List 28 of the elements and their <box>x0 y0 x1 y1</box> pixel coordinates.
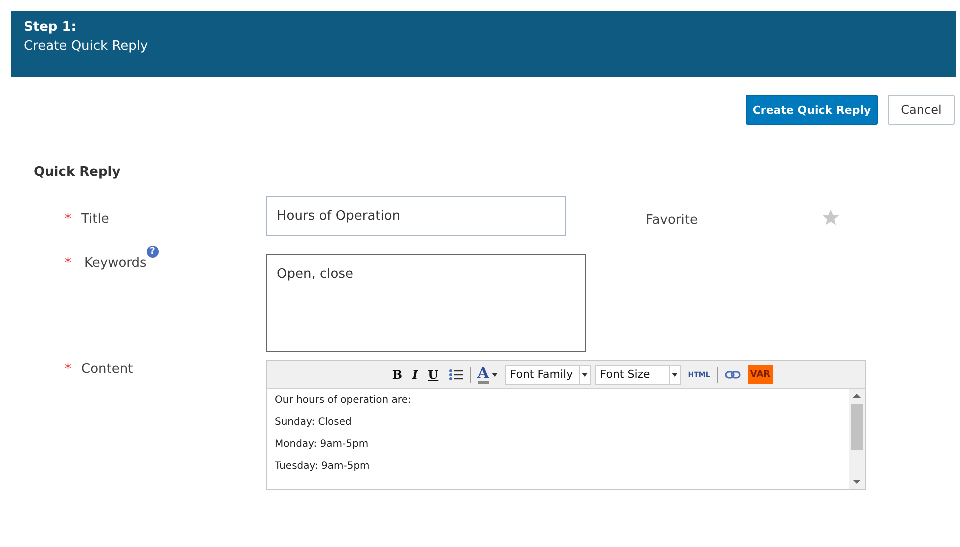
page-title: Create Quick Reply <box>24 38 150 56</box>
underline-button[interactable]: U <box>425 364 442 384</box>
content-line: Monday: 9am-5pm <box>275 438 370 451</box>
section-title: Quick Reply <box>34 165 122 180</box>
field-label: Keywords <box>84 256 147 271</box>
content-line: Tuesday: 9am-5pm <box>275 460 371 473</box>
content-line: Sunday: Closed <box>275 416 353 429</box>
keywords-field[interactable]: Open, close <box>266 254 586 352</box>
field-label: Content <box>82 362 134 377</box>
font-select[interactable]: Font Family <box>505 364 592 384</box>
italic-button[interactable]: I <box>410 364 422 384</box>
bold-button[interactable]: B <box>389 364 406 384</box>
step-label: Step 1: <box>24 19 78 37</box>
help-icon[interactable]: ? <box>146 246 159 258</box>
font-color-button[interactable]: A <box>474 364 502 384</box>
font-select[interactable]: Font Size <box>595 364 682 384</box>
title-field[interactable]: Hours of Operation <box>266 196 566 236</box>
scrollbar[interactable] <box>849 389 865 489</box>
content-line: Our hours of operation are: <box>275 394 412 407</box>
star-icon[interactable] <box>822 209 840 227</box>
create-button[interactable]: Create Quick Reply <box>746 95 878 125</box>
favorite-label: Favorite <box>646 213 698 228</box>
field-label: Title <box>82 212 110 227</box>
required-asterisk: * <box>65 362 72 377</box>
cancel-button[interactable]: Cancel <box>888 95 955 125</box>
required-asterisk: * <box>65 256 72 271</box>
required-asterisk: * <box>65 212 72 227</box>
variable-button[interactable]: VAR <box>748 365 773 384</box>
